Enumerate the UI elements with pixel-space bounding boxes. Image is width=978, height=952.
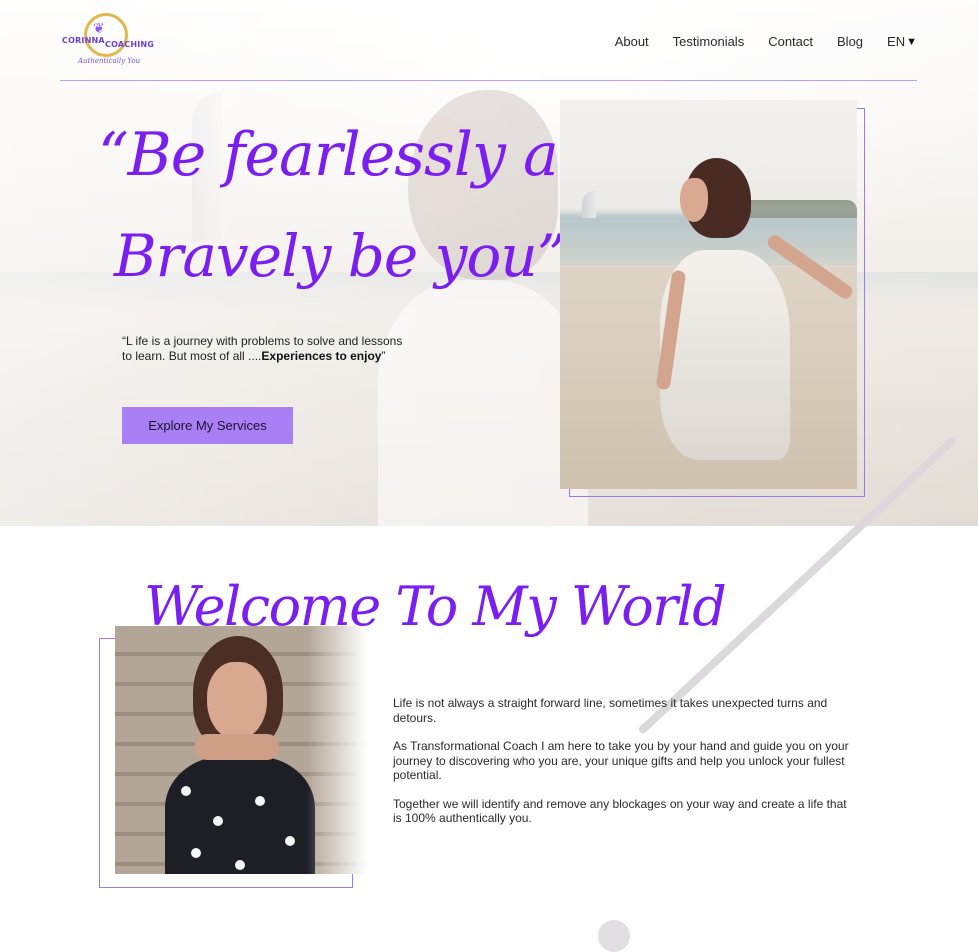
site-header: ❦ CORINNA COACHING Authentically You Abo… [60, 0, 917, 81]
main-nav: About Testimonials Contact Blog EN ▼ [615, 34, 917, 49]
language-label: EN [887, 34, 906, 49]
explore-services-button[interactable]: Explore My Services [122, 407, 293, 444]
scroll-indicator[interactable] [598, 920, 630, 952]
hero-subtext-end: ” [381, 348, 386, 363]
caret-down-icon: ▼ [906, 35, 917, 48]
welcome-paragraph-3: Together we will identify and remove any… [393, 796, 847, 826]
hero-photo [560, 100, 857, 489]
nav-testimonials[interactable]: Testimonials [673, 34, 745, 49]
logo-ring-icon [84, 13, 128, 57]
language-selector[interactable]: EN ▼ [887, 34, 917, 49]
nav-contact[interactable]: Contact [768, 34, 813, 49]
butterfly-icon: ❦ [93, 21, 105, 37]
nav-about[interactable]: About [615, 34, 649, 49]
logo[interactable]: ❦ CORINNA COACHING Authentically You [60, 10, 155, 68]
hero-quote-line-2: Bravely be you” [114, 222, 566, 290]
welcome-paragraph-2: As Transformational Coach I am here to t… [393, 739, 849, 782]
nav-blog[interactable]: Blog [837, 34, 863, 49]
logo-name-right: COACHING [105, 40, 155, 49]
logo-tagline: Authentically You [78, 57, 141, 65]
welcome-paragraph-1: Life is not always a straight forward li… [393, 696, 828, 725]
hero-subtext: “L ife is a journey with problems to sol… [122, 334, 412, 363]
welcome-text: Life is not always a straight forward li… [393, 696, 855, 840]
portrait-photo [115, 626, 367, 874]
logo-name-left: CORINNA [62, 36, 105, 45]
hero-subtext-bold: Experiences to enjoy [261, 348, 382, 363]
welcome-title: Welcome To My World [144, 575, 727, 638]
